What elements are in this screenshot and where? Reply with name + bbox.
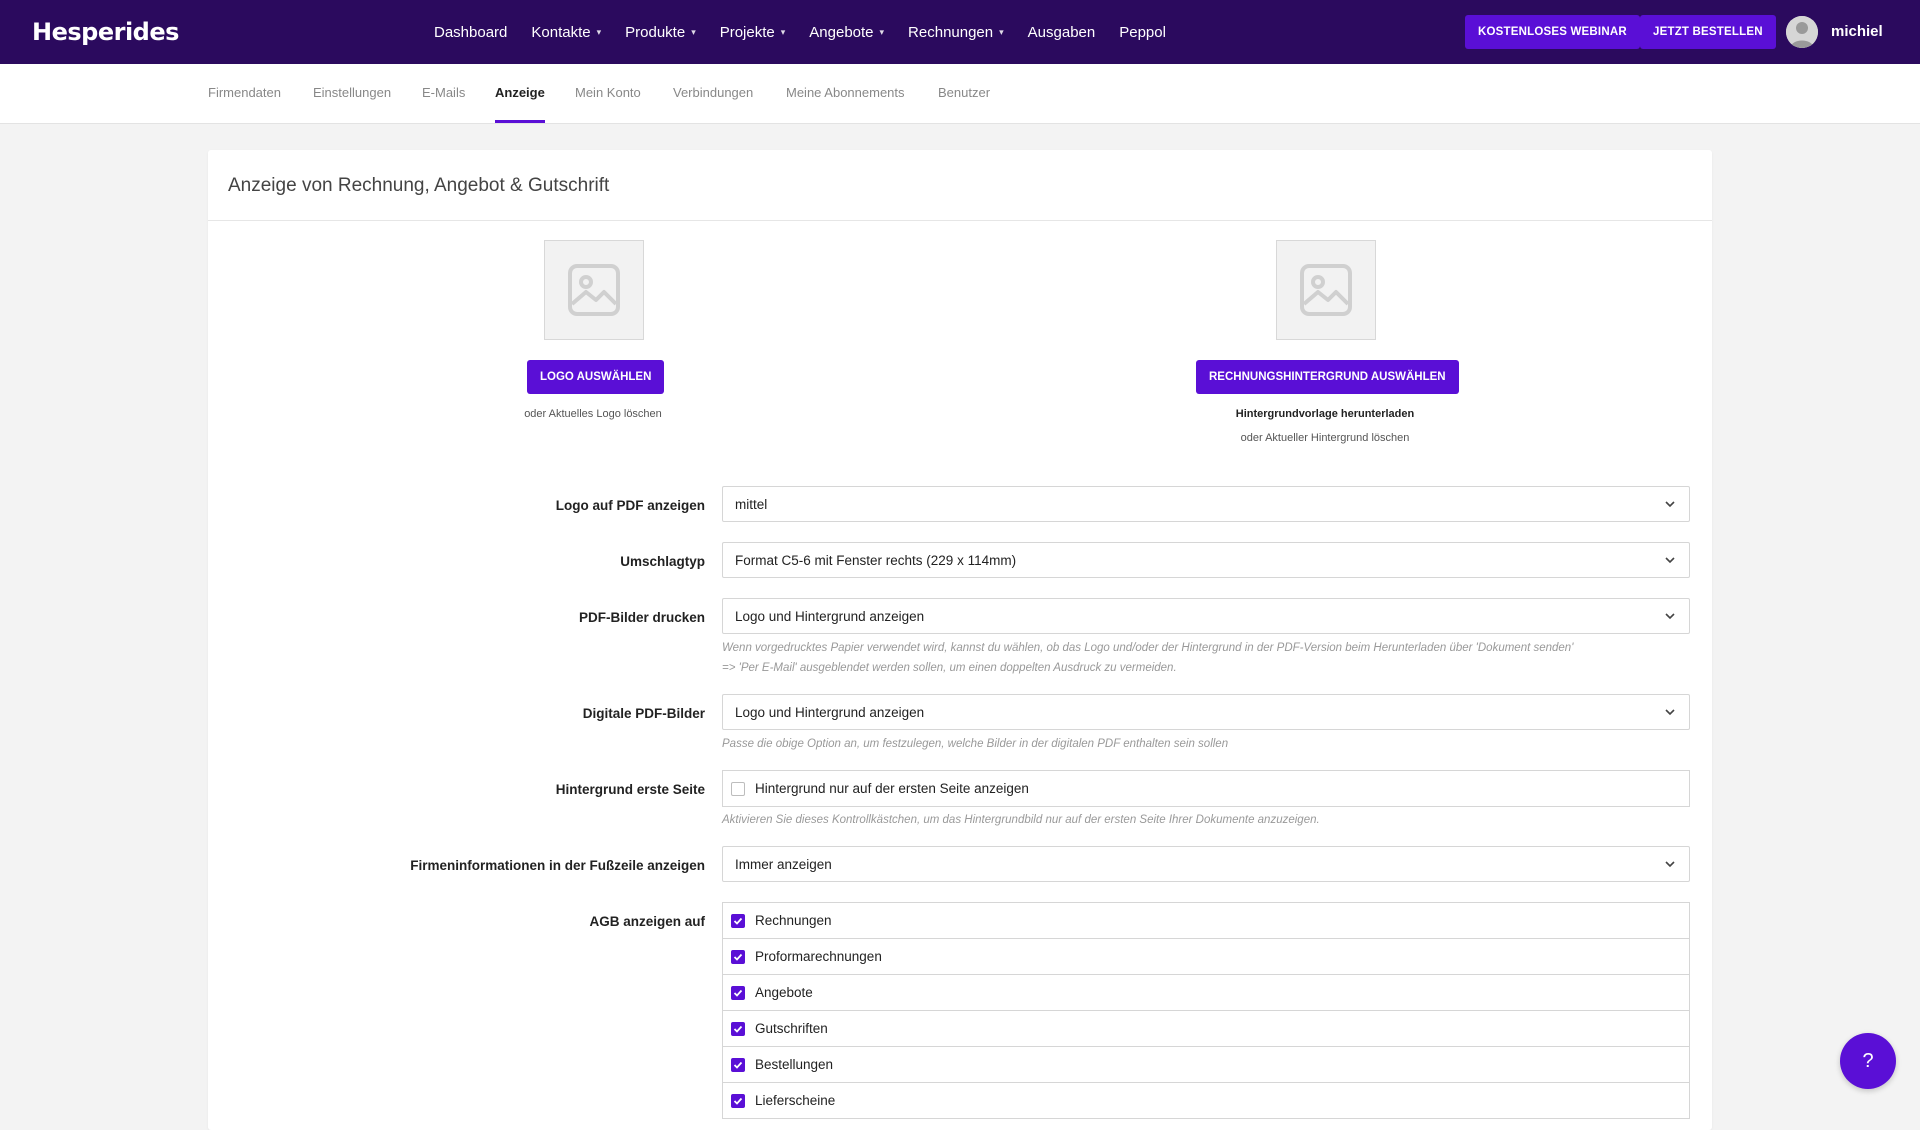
footer-info-label: Firmeninformationen in der Fußzeile anze… <box>410 858 705 873</box>
checkbox-checked-icon[interactable] <box>731 985 745 1000</box>
nav-label: Rechnungen <box>908 23 994 41</box>
agb-checkbox-list: Rechnungen Proformarechnungen Angebote G… <box>722 902 1690 1119</box>
agb-item-angebote[interactable]: Angebote <box>722 975 1690 1011</box>
checkbox-label: Hintergrund nur auf der ersten Seite anz… <box>755 781 1029 796</box>
pdf-digital-select[interactable]: Logo und Hintergrund anzeigen <box>722 694 1690 730</box>
download-template-link[interactable]: Hintergrundvorlage herunterladen <box>1215 408 1435 420</box>
nav-item-peppol[interactable]: Peppol <box>1119 24 1166 41</box>
nav-label: Produkte <box>625 23 686 41</box>
checkbox-label: Proformarechnungen <box>755 949 882 964</box>
envelope-select[interactable]: Format C5-6 mit Fenster rechts (229 x 11… <box>722 542 1690 578</box>
select-value: Immer anzeigen <box>735 856 832 872</box>
chevron-down-icon: ▾ <box>999 26 1004 37</box>
tab-emails[interactable]: E-Mails <box>422 64 465 123</box>
logo-preview <box>544 240 644 340</box>
chevron-down-icon: ▾ <box>879 26 885 37</box>
nav-item-projekte[interactable]: Projekte ▾ <box>720 24 786 41</box>
checkbox-checked-icon[interactable] <box>731 913 745 928</box>
checkbox-icon[interactable] <box>731 781 745 796</box>
chevron-down-icon <box>1665 861 1675 868</box>
nav-item-rechnungen[interactable]: Rechnungen ▾ <box>908 24 1004 41</box>
select-background-button[interactable]: RECHNUNGSHINTERGRUND AUSWÄHLEN <box>1196 360 1459 394</box>
main-menu: Dashboard Kontakte ▾ Produkte ▾ Projekte ▾ … <box>434 0 1190 64</box>
select-value: Logo und Hintergrund anzeigen <box>735 608 925 624</box>
checkbox-checked-icon[interactable] <box>731 1021 745 1036</box>
chevron-down-icon <box>1665 501 1675 508</box>
user-name[interactable]: michiel <box>1831 0 1883 64</box>
chevron-down-icon <box>1665 613 1675 620</box>
tab-anzeige[interactable]: Anzeige <box>495 64 545 123</box>
avatar[interactable] <box>1786 16 1818 48</box>
pdf-print-label: PDF-Bilder drucken <box>578 610 705 625</box>
webinar-button[interactable]: KOSTENLOSES WEBINAR <box>1465 15 1640 49</box>
select-logo-button[interactable]: LOGO AUSWÄHLEN <box>527 360 665 394</box>
pdf-print-select[interactable]: Logo und Hintergrund anzeigen <box>722 598 1690 634</box>
envelope-label: Umschlagtyp <box>620 554 705 569</box>
nav-item-ausgaben[interactable]: Ausgaben <box>1028 24 1096 41</box>
image-placeholder-icon <box>1300 264 1352 316</box>
user-avatar-icon <box>1786 16 1818 48</box>
select-value: mittel <box>735 496 768 512</box>
help-button[interactable]: ? <box>1840 1033 1896 1089</box>
agb-item-gutschriften[interactable]: Gutschriften <box>722 1011 1690 1047</box>
checkbox-checked-icon[interactable] <box>731 1057 745 1072</box>
pdf-digital-label: Digitale PDF-Bilder <box>582 706 705 721</box>
agb-item-bestellungen[interactable]: Bestellungen <box>722 1047 1690 1083</box>
nav-item-kontakte[interactable]: Kontakte ▾ <box>531 24 601 41</box>
chevron-down-icon: ▾ <box>596 26 602 37</box>
pdf-digital-hint: Passe die obige Option an, um festzulege… <box>722 738 1229 750</box>
display-settings-card: Anzeige von Rechnung, Angebot & Gutschri… <box>208 150 1712 1130</box>
checkbox-label: Lieferscheine <box>755 1093 836 1108</box>
settings-tabs: Firmendaten Einstellungen E-Mails Anzeig… <box>0 64 1920 124</box>
delete-logo-link[interactable]: oder Aktuelles Logo löschen <box>493 408 693 420</box>
hint-line: Wenn vorgedrucktes Papier verwendet wird… <box>722 642 1574 654</box>
chevron-down-icon <box>1665 557 1675 564</box>
checkbox-label: Gutschriften <box>755 1021 828 1036</box>
agb-item-rechnungen[interactable]: Rechnungen <box>722 902 1690 939</box>
nav-label: Ausgaben <box>1027 23 1096 41</box>
top-navigation-bar: Hesperides Dashboard Kontakte ▾ Produkte ▾… <box>0 0 1920 64</box>
bg-first-checkbox[interactable]: Hintergrund nur auf der ersten Seite anz… <box>722 770 1690 807</box>
image-placeholder-icon <box>568 264 620 316</box>
logo-pdf-label: Logo auf PDF anzeigen <box>555 498 705 513</box>
nav-item-dashboard[interactable]: Dashboard <box>434 24 507 41</box>
tab-verbindungen[interactable]: Verbindungen <box>673 64 753 123</box>
chevron-down-icon <box>1665 709 1675 716</box>
background-preview <box>1276 240 1376 340</box>
tab-firmendaten[interactable]: Firmendaten <box>208 64 281 123</box>
checkbox-checked-icon[interactable] <box>731 1093 745 1108</box>
select-value: Format C5-6 mit Fenster rechts (229 x 11… <box>735 552 1017 568</box>
chevron-down-icon: ▾ <box>780 26 786 37</box>
checkbox-label: Rechnungen <box>755 913 832 928</box>
checkbox-label: Angebote <box>755 985 813 1000</box>
hint-line: => 'Per E-Mail' ausgeblendet werden soll… <box>722 662 1177 674</box>
order-button[interactable]: JETZT BESTELLEN <box>1640 15 1776 49</box>
checkbox-checked-icon[interactable] <box>731 949 745 964</box>
nav-item-produkte[interactable]: Produkte ▾ <box>625 24 696 41</box>
footer-info-select[interactable]: Immer anzeigen <box>722 846 1690 882</box>
agb-label: AGB anzeigen auf <box>589 914 705 929</box>
card-title: Anzeige von Rechnung, Angebot & Gutschri… <box>208 150 1712 221</box>
chevron-down-icon: ▾ <box>691 26 696 37</box>
bg-first-hint: Aktivieren Sie dieses Kontrollkästchen, … <box>722 814 1320 826</box>
logo-pdf-select[interactable]: mittel <box>722 486 1690 522</box>
nav-label: Kontakte <box>531 23 591 41</box>
delete-background-link[interactable]: oder Aktueller Hintergrund löschen <box>1215 432 1435 444</box>
tab-einstellungen[interactable]: Einstellungen <box>313 64 391 123</box>
nav-label: Angebote <box>809 23 874 41</box>
agb-item-proformarechnungen[interactable]: Proformarechnungen <box>722 939 1690 975</box>
tab-mein-konto[interactable]: Mein Konto <box>575 64 641 123</box>
nav-label: Projekte <box>719 23 775 41</box>
nav-label: Peppol <box>1119 23 1166 41</box>
checkbox-label: Bestellungen <box>755 1057 834 1072</box>
tab-meine-abonnements[interactable]: Meine Abonnements <box>786 64 905 123</box>
nav-item-angebote[interactable]: Angebote ▾ <box>809 24 884 41</box>
pdf-print-hint: Wenn vorgedrucktes Papier verwendet wird… <box>722 638 1690 678</box>
nav-label: Dashboard <box>434 23 508 41</box>
agb-item-lieferscheine[interactable]: Lieferscheine <box>722 1083 1690 1119</box>
brand-logo[interactable]: Hesperides <box>32 0 179 64</box>
bg-first-label: Hintergrund erste Seite <box>555 782 705 797</box>
tab-benutzer[interactable]: Benutzer <box>938 64 990 123</box>
select-value: Logo und Hintergrund anzeigen <box>735 704 925 720</box>
